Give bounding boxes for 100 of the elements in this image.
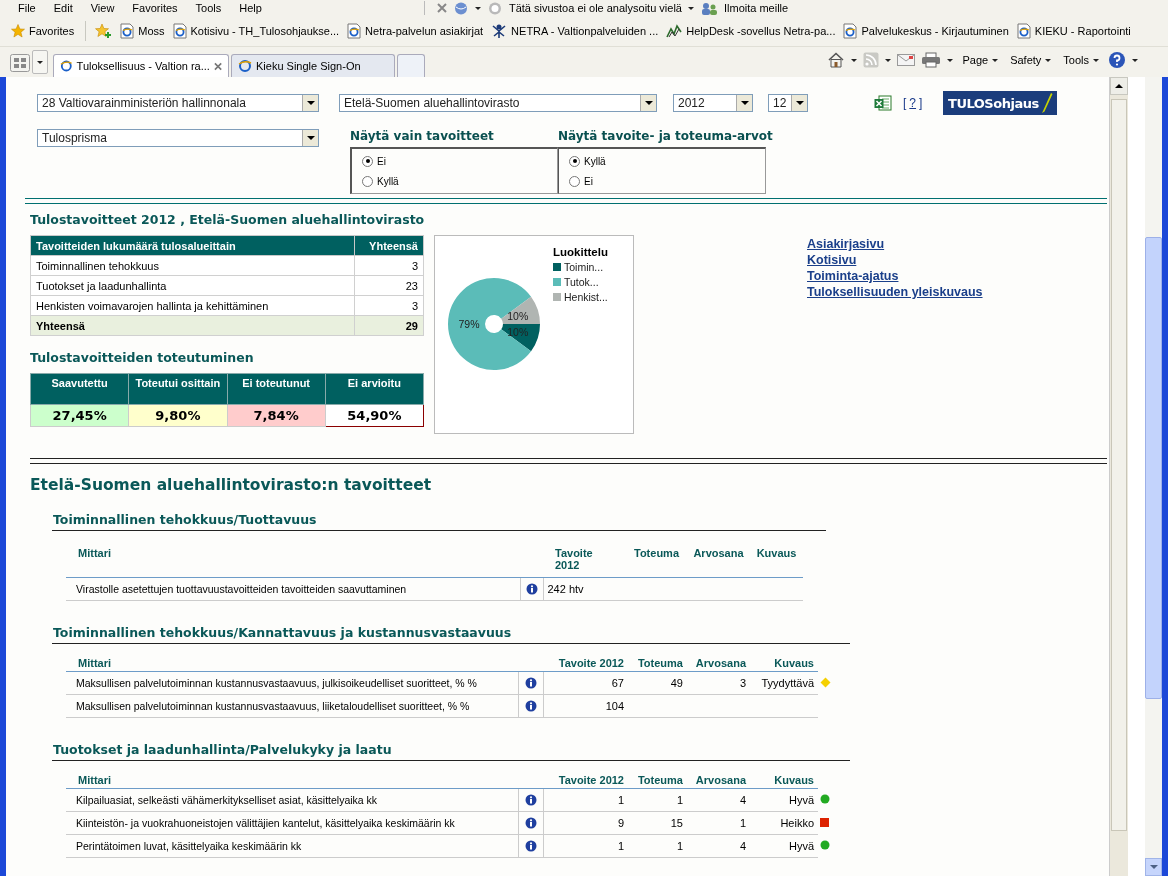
data-label: 10% [507, 325, 529, 338]
bookmark-link[interactable]: Palvelukeskus - Kirjautuminen [843, 23, 1009, 39]
menu-item[interactable]: File [12, 2, 42, 14]
table-cell: 1 [739, 817, 746, 829]
group-title: Näytä vain tavoitteet [350, 129, 494, 145]
link[interactable]: Asiakirjasivu [807, 236, 885, 252]
menu-item[interactable]: Favorites [126, 2, 184, 14]
table-cell: Tyydyttävä [761, 677, 814, 689]
column-header: Tavoite 2012 [543, 653, 628, 672]
section-title: Tulostavoitteiden toteutuminen [30, 350, 255, 365]
bracket-text: [ [903, 96, 907, 110]
table-cell: Henkisten voimavarojen hallinta ja kehittäminen [30, 295, 355, 316]
group-title: Näytä tavoite- ja toteuma-arvot [558, 129, 773, 145]
menu-item[interactable]: Help [233, 2, 268, 14]
table-cell: 49 [670, 677, 683, 689]
radio-label[interactable]: Ei [377, 155, 386, 167]
logo: TULOSohjaus [943, 91, 1058, 115]
table-cell: 15 [670, 817, 683, 829]
dropdown[interactable]: 2012 [673, 94, 753, 112]
bookmark-link[interactable]: Moss [120, 23, 165, 39]
menu-item[interactable]: Tools [189, 2, 228, 14]
bookmark-link[interactable]: KIEKU - Raportointi [1016, 23, 1131, 39]
help-link[interactable]: ? [909, 96, 917, 110]
dropdown[interactable]: Etelä-Suomen aluehallintovirasto [339, 94, 657, 112]
data-label: 10% [507, 310, 529, 323]
radio-label[interactable]: Ei [584, 175, 593, 187]
table-header: Saavutettu [30, 373, 129, 405]
column-header: Arvosana [687, 653, 750, 672]
table-cell: 242 htv [547, 583, 584, 595]
table-header: Yhteensä [354, 235, 424, 256]
status-cell: 27,45% [30, 404, 129, 427]
table-cell: 67 [611, 677, 624, 689]
table-header: Ei toteutunut [227, 373, 326, 405]
table-cell: Heikko [780, 817, 814, 829]
column-header: Arvosana [687, 770, 750, 789]
bookmark-link[interactable]: Netra-palvelun asiakirjat [347, 23, 484, 39]
table-cell: 104 [605, 700, 624, 712]
link[interactable]: Kotisivu [807, 252, 857, 268]
table-cell: 3 [739, 677, 746, 689]
table-header: Tavoitteiden lukumäärä tulosalueittain [30, 235, 355, 256]
notice-text[interactable]: Ilmoita meille [723, 2, 789, 14]
bookmark-link[interactable]: NETRA - Valtionpalveluiden ... [491, 23, 659, 39]
bookmark-link[interactable]: HelpDesk -sovellus Netra-pa... [666, 23, 836, 39]
page-heading: Etelä-Suomen aluehallintovirasto:n tavoitteet [30, 476, 433, 494]
section-title: Toiminnallinen tehokkuus/Kannattavuus ja kustannusvastaavuus [52, 625, 850, 644]
table-cell: Virastolle asetettujen tuottavuustavoitteiden tavoitteiden saavuttaminen [66, 577, 520, 601]
dropdown[interactable]: 12 [768, 94, 808, 112]
column-header: Arvosana [687, 543, 750, 578]
link[interactable]: Tuloksellisuuden yleiskuvaus [807, 284, 983, 300]
table-cell: Yhteensä [30, 315, 355, 336]
table-cell: 4 [739, 794, 746, 806]
radio-label[interactable]: Kyllä [377, 175, 399, 187]
command-menu[interactable]: Page [959, 54, 1002, 66]
browser-tab[interactable]: Kieku Single Sign-On [231, 54, 395, 77]
column-header: Kuvaus [750, 653, 818, 672]
column-header: Toteuma [628, 653, 687, 672]
link[interactable]: Toiminta-ajatus [807, 268, 899, 284]
table-cell: Hyvä [788, 840, 814, 852]
dropdown[interactable]: 28 Valtiovarainministeriön hallinnonala [37, 94, 319, 112]
legend-label: Tutok... [564, 276, 599, 288]
column-header: Tavoite 2012 [543, 543, 626, 578]
command-menu[interactable]: Safety [1007, 54, 1055, 66]
command-menu[interactable]: Tools [1060, 54, 1102, 66]
bracket-text: ] [919, 96, 923, 110]
table-cell: Tuotokset ja laadunhallinta [30, 275, 355, 296]
menu-item[interactable]: Edit [47, 2, 79, 14]
column-header: Mittari [66, 770, 518, 789]
menu-item[interactable]: View [84, 2, 121, 14]
column-header: Tavoite 2012 [543, 770, 628, 789]
legend-label: Henkist... [564, 291, 608, 303]
section-title: Toiminnallinen tehokkuus/Tuottavuus [52, 512, 826, 531]
column-header: Mittari [66, 543, 520, 578]
section-title: Tuotokset ja laadunhallinta/Palvelukyky ja laatu [52, 742, 850, 761]
table-cell: 1 [676, 840, 683, 852]
table-cell: Maksullisen palvelutoiminnan kustannusvastaavuus, julkisoikeudelliset suoritteet, % % [66, 671, 518, 695]
radio-label[interactable]: Kyllä [584, 155, 606, 167]
table-header: Toteutui osittain [128, 373, 227, 405]
bookmark-link[interactable]: Kotisivu - TH_Tulosohjaukse... [172, 23, 340, 39]
favorites-button[interactable]: Favorites [8, 22, 78, 40]
column-header: Toteuma [628, 770, 687, 789]
table-cell: Toiminnallinen tehokkuus [30, 255, 355, 276]
table-cell: Kilpailuasiat, selkeästi vähämerkitykselliset asiat, käsittelyaika kk [66, 788, 518, 812]
table-header: Ei arvioitu [325, 373, 424, 405]
table-cell: 1 [676, 794, 683, 806]
section-title: Tulostavoitteet 2012 , Etelä-Suomen aluehallintovirasto [30, 212, 426, 227]
dropdown[interactable]: Tulosprisma [37, 129, 319, 147]
table-cell: 4 [739, 840, 746, 852]
legend-label: Toimin... [564, 261, 604, 273]
column-header: Kuvaus [750, 543, 803, 578]
table-cell: 9 [617, 817, 624, 829]
table-cell: Kiinteistön- ja vuokrahuoneistojen välittäjien kantelut, käsittelyaika keskimäärin kk [66, 811, 518, 835]
column-header: Kuvaus [750, 770, 818, 789]
notice-text[interactable]: Tätä sivustoa ei ole analysoitu vielä [508, 2, 682, 14]
chart-title: Luokittelu [553, 246, 608, 258]
data-label: 79% [458, 318, 480, 330]
table-cell: Hyvä [788, 794, 814, 806]
column-header: Toteuma [626, 543, 687, 578]
table-cell: Perintätoimen luvat, käsittelyaika keskimäärin kk [66, 834, 518, 858]
table-cell: Maksullisen palvelutoiminnan kustannusvastaavuus, liiketaloudelliset suoritteet, % % [66, 694, 518, 718]
browser-tab[interactable]: Tuloksellisuus - Valtion ra... [53, 54, 229, 77]
